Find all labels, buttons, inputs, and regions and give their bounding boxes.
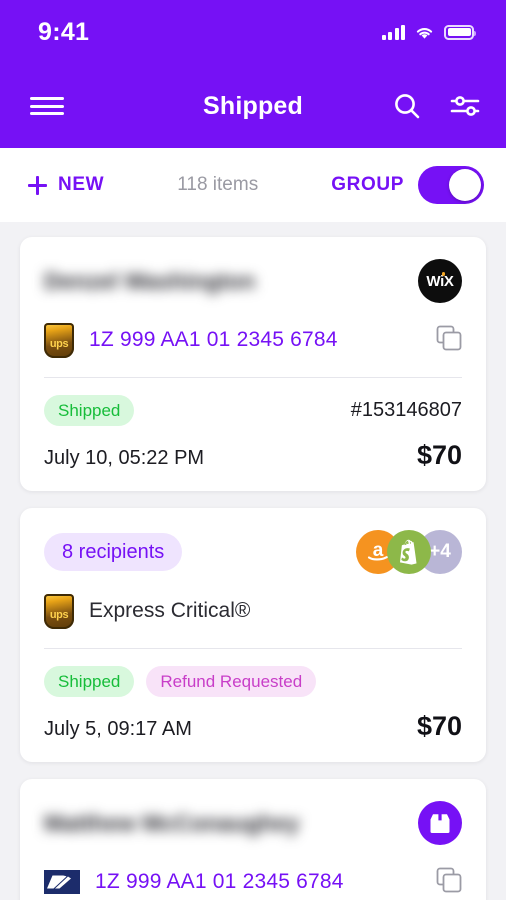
cellular-signal-icon — [381, 24, 405, 40]
status-badge: Shipped — [44, 666, 135, 697]
hamburger-menu-icon[interactable] — [30, 93, 64, 119]
nav-actions — [392, 91, 480, 121]
wix-logo-dot — [441, 272, 445, 276]
shipment-card[interactable]: Matthew McConaughey 1Z 999 AA1 01 2345 6… — [20, 779, 486, 900]
group-label[interactable]: GROUP — [331, 174, 404, 196]
card-footer: July 5, 09:17 AM $70 — [44, 711, 462, 742]
refund-badge: Refund Requested — [146, 666, 317, 697]
usps-logo-icon — [44, 870, 80, 894]
card-divider — [44, 648, 462, 649]
shipment-list: Denzel Washington WiX ups 1Z 999 AA1 01 … — [0, 222, 506, 900]
shipment-card[interactable]: Denzel Washington WiX ups 1Z 999 AA1 01 … — [20, 237, 486, 491]
shipment-price: $70 — [416, 711, 462, 741]
action-bar: NEW 118 items GROUP — [0, 148, 506, 222]
ups-logo-label: ups — [49, 337, 69, 350]
ups-logo-icon: ups — [44, 593, 74, 629]
shipment-date: July 10, 05:22 PM — [44, 447, 205, 469]
tracking-number[interactable]: 1Z 999 AA1 01 2345 6784 — [95, 870, 344, 894]
shipment-date: July 5, 09:17 AM — [44, 718, 192, 740]
battery-full-icon — [444, 24, 476, 40]
app-screen: 9:41 Shipped NEW 118 items GROUP Denzel … — [0, 0, 506, 900]
status-badge: Shipped — [44, 395, 135, 426]
copy-icon[interactable] — [436, 325, 462, 356]
wix-logo-label: WiX — [426, 272, 454, 290]
shipment-price: $70 — [416, 440, 462, 470]
card-header: Matthew McConaughey — [44, 801, 462, 845]
order-number: #153146807 — [350, 399, 462, 421]
card-footer: July 10, 05:22 PM $70 — [44, 440, 462, 471]
recipients-pill[interactable]: 8 recipients — [44, 533, 183, 571]
toggle-knob — [448, 169, 481, 201]
avatar-stack[interactable]: +4 a — [356, 530, 462, 574]
card-header-right — [418, 801, 462, 845]
filter-sliders-icon[interactable] — [450, 93, 480, 119]
card-header: Denzel Washington WiX — [44, 259, 462, 303]
ups-logo-label: ups — [49, 608, 69, 621]
group-control: GROUP — [331, 166, 484, 204]
status-indicators — [381, 24, 476, 40]
new-button-label: NEW — [58, 174, 105, 195]
customer-name: Denzel Washington — [44, 267, 256, 294]
package-box-icon — [418, 801, 462, 845]
tracking-number[interactable]: 1Z 999 AA1 01 2345 6784 — [89, 328, 338, 352]
customer-name: Matthew McConaughey — [44, 809, 300, 836]
new-button[interactable]: NEW — [28, 174, 104, 196]
ups-logo-icon: ups — [44, 322, 74, 358]
carrier-row: ups Express Critical® — [44, 592, 462, 630]
items-count: 118 items — [177, 174, 259, 195]
carrier-row: ups 1Z 999 AA1 01 2345 6784 — [44, 321, 462, 359]
navigation-bar: Shipped — [0, 64, 506, 148]
card-header-right: WiX — [418, 259, 462, 303]
card-header-right: +4 a — [356, 530, 462, 574]
status-time: 9:41 — [38, 17, 90, 46]
copy-icon[interactable] — [436, 867, 462, 898]
plus-icon — [28, 175, 47, 195]
shipment-card[interactable]: 8 recipients +4 a ups Express Critical® … — [20, 508, 486, 762]
card-badges: Shipped #153146807 — [44, 395, 462, 426]
svg-text:a: a — [373, 540, 384, 561]
service-name: Express Critical® — [89, 599, 251, 622]
wix-logo-icon: WiX — [418, 259, 462, 303]
search-icon[interactable] — [392, 91, 422, 121]
wifi-icon — [416, 27, 433, 39]
status-bar: 9:41 — [0, 0, 506, 64]
card-header: 8 recipients +4 a — [44, 530, 462, 574]
group-toggle[interactable] — [417, 166, 484, 204]
carrier-row: 1Z 999 AA1 01 2345 6784 — [44, 863, 462, 900]
card-badges: Shipped Refund Requested — [44, 666, 462, 697]
card-divider — [44, 377, 462, 378]
shopify-logo-icon — [387, 530, 431, 574]
